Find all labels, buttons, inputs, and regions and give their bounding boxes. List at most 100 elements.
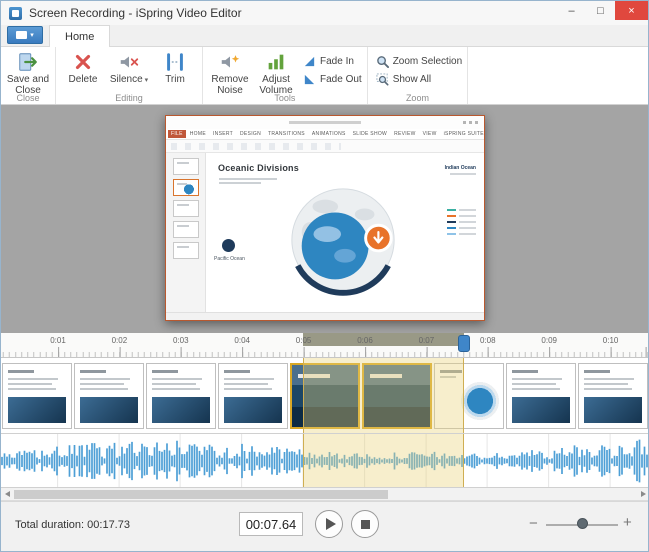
dropdown-caret-icon (143, 74, 149, 85)
chevron-down-icon: ▾ (30, 31, 34, 39)
video-track[interactable] (1, 358, 648, 434)
group-label-close: Close (16, 93, 40, 103)
video-thumbnail-doc[interactable] (74, 362, 144, 429)
timeline-selection-overlay[interactable] (303, 434, 464, 487)
timeline-ruler[interactable]: 0:01 0:02 0:03 0:04 0:05 0:06 0:07 0:08 0:09 0:10 (1, 333, 648, 358)
ppt-slide-thumbnail (172, 158, 199, 175)
ruler-tick-label: 0:02 (111, 336, 128, 345)
current-time-display: 00:07.64 (239, 512, 303, 536)
play-button[interactable] (315, 510, 343, 538)
legend-row (447, 209, 476, 211)
window-controls: – □ × (557, 1, 648, 20)
timeline-selection-overlay[interactable] (303, 358, 464, 433)
legend-row (447, 233, 476, 235)
total-duration-label: Total duration: 00:17.73 (15, 519, 130, 531)
ppt-window-buttons (463, 121, 480, 124)
pacific-ocean-label: Pacific Ocean (214, 256, 245, 262)
legend-swatch (447, 215, 456, 217)
zoom-selection-button[interactable]: Zoom Selection (376, 55, 462, 68)
ruler-tick-label: 0:08 (480, 336, 496, 345)
ruler-tick-label: 0:03 (173, 336, 189, 345)
remove-noise-icon (219, 51, 241, 73)
ppt-tab: INSERT (212, 131, 234, 137)
scrollbar-thumb[interactable] (14, 490, 388, 499)
show-all-icon (376, 73, 389, 86)
adjust-volume-button[interactable]: Adjust Volume (254, 50, 298, 97)
minimize-button[interactable]: – (557, 1, 586, 20)
video-thumbnail-doc[interactable] (2, 362, 72, 429)
ribbon: Save and Close Close Delete Silence ▾ Tr… (1, 47, 648, 105)
stop-button[interactable] (351, 510, 379, 538)
ppt-slide-thumbnail (172, 221, 199, 238)
ruler-selection-band[interactable] (303, 333, 464, 346)
scroll-right-icon[interactable] (641, 491, 646, 497)
ppt-slide-thumbnail (172, 179, 199, 196)
ppt-window-frame: FILE HOME INSERT DESIGN TRANSITIONS ANIMATION… (165, 115, 485, 321)
scroll-left-icon[interactable] (5, 491, 10, 497)
legend-swatch (447, 233, 456, 235)
group-label-zoom: Zoom (405, 93, 429, 103)
fade-out-button[interactable]: Fade Out (303, 73, 362, 86)
indian-ocean-label: Indian Ocean (444, 165, 476, 171)
slide-subtitle-line (219, 182, 261, 184)
ruler-major-ticks (1, 347, 648, 357)
ppt-ribbon-tabs: FILE HOME INSERT DESIGN TRANSITIONS ANIMATION… (166, 129, 484, 140)
status-bar: Total duration: 00:17.73 00:07.64 − + (1, 501, 648, 551)
ppt-slide-thumbnail (172, 200, 199, 217)
legend-text-placeholder (459, 233, 476, 235)
silence-button[interactable]: Silence (107, 50, 151, 86)
adjust-volume-icon (265, 51, 287, 73)
delete-button[interactable]: Delete (61, 50, 105, 86)
zoom-in-button[interactable]: + (623, 514, 632, 531)
ppt-tab: ANIMATIONS (311, 131, 346, 137)
timeline-scrollbar[interactable] (1, 488, 648, 501)
ppt-tab: SLIDE SHOW (352, 131, 388, 137)
titlebar: Screen Recording - iSpring Video Editor … (1, 1, 648, 25)
save-and-close-button[interactable]: Save and Close (6, 50, 50, 97)
slide-title: Oceanic Divisions (218, 163, 299, 173)
ruler-tick-label: 0:09 (541, 336, 557, 345)
show-all-button[interactable]: Show All (376, 73, 462, 86)
zoom-selection-label: Zoom Selection (392, 56, 463, 67)
maximize-button[interactable]: □ (586, 1, 615, 20)
ppt-slide: Oceanic Divisions Pacific Ocean Indian O… (206, 153, 484, 312)
app-menu-button[interactable]: ▾ (7, 26, 43, 44)
indian-ocean-subtext (450, 173, 476, 175)
legend-row (447, 221, 476, 223)
video-thumbnail-doc[interactable] (506, 362, 576, 429)
video-thumbnail-doc[interactable] (146, 362, 216, 429)
ruler-tick-label: 0:07 (418, 336, 435, 345)
video-thumbnail-doc[interactable] (578, 362, 648, 429)
fade-in-button[interactable]: Fade In (303, 55, 362, 68)
ruler-tick-label: 0:04 (234, 336, 250, 345)
app-window: Screen Recording - iSpring Video Editor … (0, 0, 649, 552)
ppt-slide-panel (166, 153, 206, 312)
trim-icon (164, 51, 186, 73)
stop-icon (360, 519, 370, 529)
ruler-tick-label: 0:06 (357, 336, 373, 345)
ribbon-tab-row: ▾ Home (1, 25, 648, 47)
show-all-label: Show All (392, 74, 432, 85)
legend-text-placeholder (459, 209, 476, 211)
group-label-editing: Editing (115, 93, 143, 103)
legend-text-placeholder (459, 227, 476, 229)
ppt-slide-thumbnail (172, 242, 199, 259)
zoom-slider-thumb[interactable] (577, 518, 588, 529)
save-and-close-icon (17, 51, 39, 73)
playhead-handle[interactable] (458, 335, 470, 352)
zoom-out-button[interactable]: − (529, 515, 538, 532)
tab-home[interactable]: Home (49, 25, 111, 47)
close-button[interactable]: × (615, 1, 648, 20)
film-icon (16, 31, 28, 39)
fade-out-label: Fade Out (320, 74, 362, 85)
ruler-tick-label: 0:05 (295, 336, 312, 345)
globe-graphic (291, 188, 395, 296)
trim-button[interactable]: Trim (153, 50, 197, 86)
ppt-tab: HOME (189, 131, 206, 137)
zoom-buttons-column: Zoom Selection Show All (376, 50, 462, 86)
ppt-ribbon-strip (166, 140, 484, 153)
silence-label: Silence (110, 74, 149, 86)
remove-noise-button[interactable]: Remove Noise (208, 50, 252, 97)
audio-track[interactable] (1, 434, 648, 488)
video-thumbnail-doc[interactable] (218, 362, 288, 429)
